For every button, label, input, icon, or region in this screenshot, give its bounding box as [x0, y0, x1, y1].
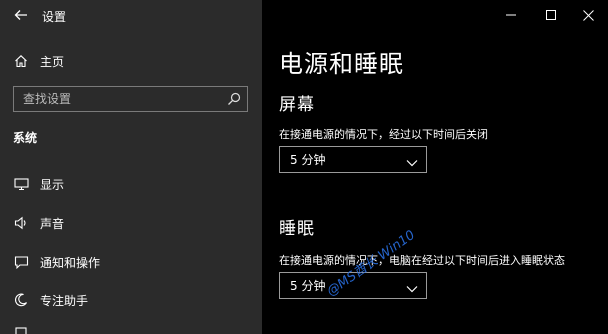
sidebar-item-display[interactable]: 显示 [0, 171, 262, 197]
maximize-icon [546, 10, 556, 20]
sidebar-item-label: 通知和操作 [40, 255, 101, 270]
sidebar-item-sound[interactable]: 声音 [0, 210, 262, 236]
chevron-down-icon [406, 154, 418, 167]
close-icon [582, 9, 594, 21]
sidebar-item-label: 显示 [40, 177, 65, 192]
sidebar-item-label: 主页 [40, 54, 65, 69]
screen-timeout-dropdown[interactable]: 5 分钟 [279, 146, 427, 173]
content-pane: 电源和睡眠 屏幕 在接通电源的情况下，经过以下时间后关闭 5 分钟 睡眠 在接通… [262, 0, 608, 334]
search-box [13, 86, 248, 112]
sleep-heading: 睡眠 [279, 219, 315, 239]
dropdown-value: 5 分钟 [290, 279, 326, 293]
notification-icon [13, 254, 29, 270]
page-title: 电源和睡眠 [279, 50, 404, 78]
sidebar-item-label: 专注助手 [40, 293, 89, 308]
minimize-button[interactable] [494, 0, 528, 30]
sidebar-item-next[interactable] [0, 322, 262, 334]
speaker-icon [13, 215, 29, 231]
app-title: 设置 [42, 10, 67, 24]
monitor-icon [13, 176, 29, 192]
minimize-icon [506, 14, 516, 16]
chevron-down-icon [406, 280, 418, 293]
tablet-icon [13, 325, 29, 334]
settings-window: 设置 主页 系统 [0, 0, 608, 334]
sleep-description: 在接通电源的情况下，电脑在经过以下时间后进入睡眠状态 [279, 254, 565, 267]
back-arrow-icon [14, 10, 27, 20]
dropdown-value: 5 分钟 [290, 153, 326, 167]
screen-description: 在接通电源的情况下，经过以下时间后关闭 [279, 128, 488, 141]
title-bar: 设置 [0, 0, 262, 30]
sidebar-item-home[interactable]: 主页 [0, 48, 262, 74]
sidebar-item-focus-assist[interactable]: 专注助手 [0, 287, 262, 313]
maximize-button[interactable] [534, 0, 568, 30]
sidebar: 设置 主页 系统 [0, 0, 262, 334]
close-button[interactable] [571, 0, 605, 30]
search-icon[interactable] [226, 91, 242, 107]
home-icon [13, 53, 29, 69]
sidebar-item-notifications[interactable]: 通知和操作 [0, 249, 262, 275]
section-heading: 系统 [13, 131, 38, 145]
back-button[interactable] [8, 3, 34, 27]
search-input[interactable] [14, 87, 224, 111]
screen-heading: 屏幕 [279, 95, 315, 115]
focus-assist-icon [13, 292, 29, 308]
sidebar-item-label: 声音 [40, 216, 65, 231]
